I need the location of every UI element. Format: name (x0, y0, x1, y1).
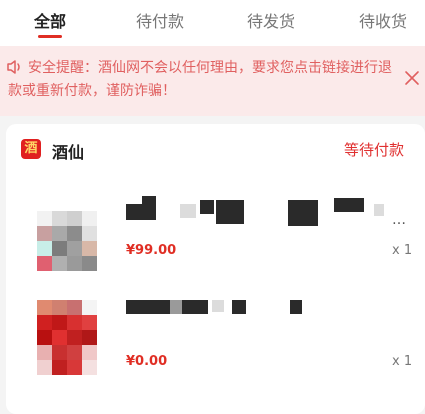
shop-name[interactable]: 酒仙 (52, 139, 84, 163)
order-status: 等待付款 (344, 141, 405, 159)
active-tab-indicator (38, 35, 62, 38)
security-notice-banner: 安全提醒：酒仙网不会以任何理由，要求您点击链接进行退款或重新付款，谨防诈骗！ (0, 46, 425, 116)
product-name-redacted (126, 300, 170, 314)
product-name-redacted (182, 300, 208, 314)
product-name-redacted (290, 300, 302, 314)
shop-logo: 酒 (21, 139, 41, 159)
tab-pending-shipment[interactable]: 待发货 (247, 8, 295, 32)
shop-logo-char: 酒 (24, 141, 38, 156)
order-tabs: 全部 待付款 待发货 待收货 (0, 0, 425, 46)
close-icon[interactable] (404, 70, 420, 86)
product-image[interactable] (37, 300, 99, 376)
product-name-redacted (216, 200, 244, 224)
product-name-redacted (200, 200, 214, 214)
item-quantity: x 1 (392, 354, 413, 369)
product-name-redacted (232, 300, 246, 314)
security-notice-text: 安全提醒：酒仙网不会以任何理由，要求您点击链接进行退款或重新付款，谨防诈骗！ (8, 60, 392, 99)
product-name-redacted (212, 300, 224, 312)
item-price: ¥0.00 (126, 354, 168, 369)
tab-pending-payment[interactable]: 待付款 (136, 8, 184, 32)
product-name-redacted (180, 204, 196, 218)
product-name-redacted (288, 200, 318, 226)
order-card[interactable]: 酒 酒仙 等待付款 … ¥99.00 x 1 ¥0.00 x 1 (6, 124, 425, 414)
item-price: ¥99.00 (126, 243, 177, 258)
product-image[interactable] (37, 211, 99, 273)
item-quantity: x 1 (392, 243, 413, 258)
product-name-ellipsis: … (392, 212, 407, 228)
tab-all[interactable]: 全部 (34, 8, 66, 32)
product-name-redacted (142, 196, 156, 220)
tab-pending-receipt[interactable]: 待收货 (359, 8, 407, 32)
product-name-redacted (170, 300, 182, 314)
product-name-redacted (334, 198, 364, 212)
product-name-redacted (126, 204, 142, 220)
product-name-redacted (374, 204, 384, 216)
